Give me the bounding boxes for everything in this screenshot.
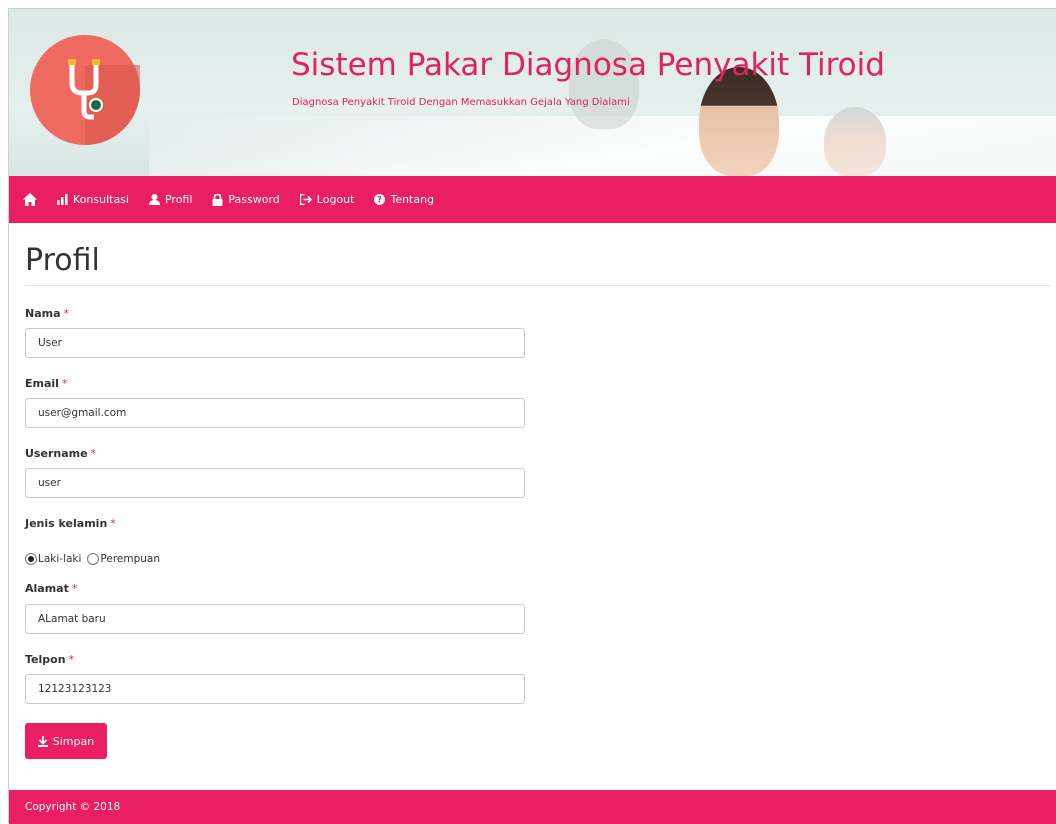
telpon-label: Telpon * — [25, 653, 74, 666]
page-title: Profil — [25, 243, 100, 278]
radio-button-selected[interactable] — [25, 553, 37, 565]
logout-icon — [299, 194, 312, 205]
header-photo-person-2 — [699, 67, 779, 176]
nav-home[interactable] — [23, 193, 37, 206]
logo[interactable] — [30, 35, 140, 145]
question-circle-icon: ? — [374, 194, 386, 205]
jenis-kelamin-label: Jenis kelamin * — [25, 517, 116, 530]
jenis-kelamin-radio-group: Laki-laki Perempuan — [25, 553, 166, 565]
download-icon — [37, 735, 48, 747]
required-mark: * — [110, 517, 116, 530]
telpon-input[interactable] — [25, 674, 525, 704]
home-icon — [23, 193, 37, 206]
nav-profil-label: Profil — [164, 193, 193, 206]
nav-logout-label: Logout — [316, 193, 355, 206]
telpon-label-text: Telpon — [25, 653, 66, 666]
alamat-label-text: Alamat — [25, 582, 69, 595]
site-title: Sistem Pakar Diagnosa Penyakit Tiroid — [291, 47, 885, 83]
username-label: Username * — [25, 447, 96, 460]
jenis-kelamin-label-text: Jenis kelamin — [25, 517, 108, 530]
title-divider — [25, 285, 1050, 286]
user-icon — [148, 194, 160, 205]
alamat-input[interactable] — [25, 604, 525, 634]
required-mark: * — [61, 377, 68, 390]
lock-icon — [212, 193, 223, 206]
footer: Copyright © 2018 — [9, 790, 1056, 824]
radio-laki-laki[interactable]: Laki-laki — [25, 553, 81, 565]
copyright-text: Copyright © 2018 — [25, 801, 121, 813]
main-nav: Konsultasi Profil Password Logout ? Tent… — [9, 176, 1056, 223]
radio-perempuan-label: Perempuan — [100, 553, 161, 565]
radio-perempuan[interactable]: Perempuan — [87, 553, 160, 565]
app-frame: Sistem Pakar Diagnosa Penyakit Tiroid Di… — [8, 8, 1056, 824]
email-label-text: Email — [25, 377, 59, 390]
site-subtitle: Diagnosa Penyakit Tiroid Dengan Memasukk… — [292, 97, 630, 108]
bar-chart-icon — [57, 194, 68, 205]
required-mark: * — [63, 307, 70, 320]
required-mark: * — [68, 653, 75, 666]
radio-button[interactable] — [87, 553, 100, 565]
header-photo-person-3 — [824, 107, 886, 176]
nav-konsultasi-label: Konsultasi — [73, 193, 129, 206]
simpan-button[interactable]: Simpan — [25, 723, 107, 759]
alamat-label: Alamat * — [25, 582, 77, 595]
nav-password[interactable]: Password — [212, 193, 280, 206]
username-input[interactable] — [25, 468, 525, 498]
nama-label: Nama * — [25, 307, 69, 320]
nav-profil[interactable]: Profil — [148, 193, 193, 206]
nama-label-text: Nama — [25, 307, 61, 320]
header-banner: Sistem Pakar Diagnosa Penyakit Tiroid Di… — [9, 9, 1056, 176]
required-mark: * — [90, 447, 97, 460]
nama-input[interactable] — [25, 328, 525, 358]
email-label: Email * — [25, 377, 67, 390]
radio-laki-laki-label: Laki-laki — [38, 553, 82, 565]
username-label-text: Username — [25, 447, 88, 460]
required-mark: * — [71, 582, 78, 595]
nav-tentang[interactable]: ? Tentang — [374, 193, 434, 206]
email-input[interactable] — [25, 398, 525, 428]
nav-password-label: Password — [228, 193, 280, 206]
nav-tentang-label: Tentang — [390, 193, 435, 206]
nav-logout[interactable]: Logout — [299, 193, 355, 206]
radio-dot — [28, 556, 34, 562]
svg-text:?: ? — [378, 196, 383, 205]
stethoscope-icon — [68, 59, 103, 120]
simpan-button-label: Simpan — [52, 734, 95, 748]
nav-konsultasi[interactable]: Konsultasi — [57, 193, 129, 206]
